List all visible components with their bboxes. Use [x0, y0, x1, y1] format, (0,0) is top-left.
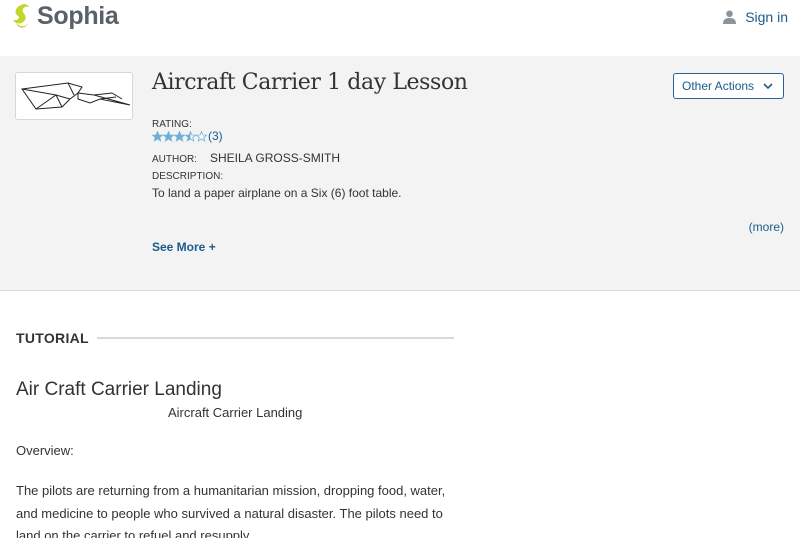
- sophia-logo[interactable]: Sophia: [10, 2, 119, 31]
- star-icon: [185, 130, 196, 142]
- rating-stars: [152, 130, 207, 142]
- top-navigation-bar: Sophia Sign in: [0, 0, 800, 56]
- brand-name: Sophia: [37, 2, 119, 30]
- overview-paragraph: The pilots are returning from a humanita…: [16, 483, 446, 538]
- author-name: SHEILA GROSS-SMITH: [210, 151, 341, 165]
- paper-airplane-icon: [21, 82, 131, 110]
- other-actions-label: Other Actions: [682, 79, 755, 93]
- sign-in-link[interactable]: Sign in: [723, 9, 788, 25]
- star-icon: [196, 130, 207, 142]
- user-icon: [723, 10, 737, 24]
- more-link[interactable]: (more): [749, 220, 784, 234]
- lesson-thumbnail[interactable]: [15, 72, 133, 120]
- see-more-button[interactable]: See More +: [152, 240, 216, 254]
- overview-label: Overview:: [16, 443, 74, 458]
- tutorial-heading: Air Craft Carrier Landing: [16, 379, 222, 400]
- section-divider: [96, 337, 454, 339]
- lesson-summary-panel: Aircraft Carrier 1 day Lesson Other Acti…: [0, 56, 800, 291]
- author-row: AUTHOR: SHEILA GROSS-SMITH: [152, 151, 340, 165]
- section-label: TUTORIAL: [16, 330, 89, 346]
- section-header: TUTORIAL: [16, 330, 454, 346]
- description-text: To land a paper airplane on a Six (6) fo…: [152, 186, 402, 200]
- other-actions-dropdown[interactable]: Other Actions: [673, 73, 784, 99]
- sign-in-label: Sign in: [745, 9, 788, 25]
- sophia-logo-icon: [13, 3, 29, 28]
- star-icon: [152, 130, 163, 142]
- chevron-down-icon: [763, 82, 773, 89]
- rating[interactable]: (3): [152, 129, 223, 143]
- rating-count: (3): [208, 129, 223, 143]
- lesson-title: Aircraft Carrier 1 day Lesson: [152, 70, 468, 95]
- star-icon: [174, 130, 185, 142]
- description-label: DESCRIPTION:: [152, 171, 224, 182]
- tutorial-subheading: Aircraft Carrier Landing: [168, 405, 303, 420]
- star-icon: [163, 130, 174, 142]
- author-label: AUTHOR:: [152, 154, 197, 165]
